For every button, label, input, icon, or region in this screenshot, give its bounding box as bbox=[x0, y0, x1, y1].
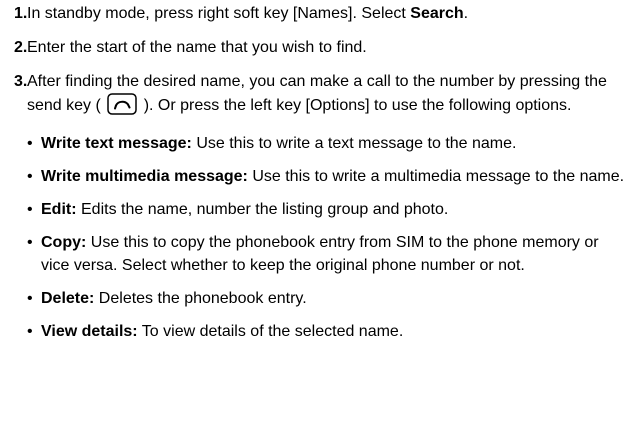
option-desc: Use this to write a text message to the … bbox=[191, 135, 517, 152]
step-3: 3 After finding the desired name, you ca… bbox=[14, 70, 630, 122]
step-1: 1 In standby mode, press right soft key … bbox=[14, 2, 630, 25]
step-number: 2 bbox=[14, 36, 27, 59]
option-term: Copy: bbox=[41, 234, 87, 251]
step-bold-term: Search bbox=[410, 5, 464, 22]
options-list: Write text message: Use this to write a … bbox=[14, 132, 630, 343]
option-item: Write multimedia message: Use this to wr… bbox=[14, 165, 630, 188]
option-term: View details: bbox=[41, 323, 138, 340]
step-text: In standby mode, press right soft key [N… bbox=[27, 5, 411, 22]
option-item: View details: To view details of the sel… bbox=[14, 320, 630, 343]
option-term: Delete: bbox=[41, 290, 95, 307]
option-desc: Use this to copy the phonebook entry fro… bbox=[41, 234, 599, 274]
option-item: Edit: Edits the name, number the listing… bbox=[14, 198, 630, 221]
option-desc: Use this to write a multimedia message t… bbox=[247, 168, 625, 185]
option-item: Copy: Use this to copy the phonebook ent… bbox=[14, 231, 630, 277]
option-term: Edit: bbox=[41, 201, 77, 218]
option-desc: Deletes the phonebook entry. bbox=[94, 290, 307, 307]
step-2: 2 Enter the start of the name that you w… bbox=[14, 36, 630, 59]
option-term: Write text message: bbox=[41, 135, 192, 152]
step-number: 1 bbox=[14, 2, 27, 25]
option-item: Write text message: Use this to write a … bbox=[14, 132, 630, 155]
option-item: Delete: Deletes the phonebook entry. bbox=[14, 287, 630, 310]
step-text-end: ). Or press the left key [Options] to us… bbox=[139, 97, 572, 114]
instructions-page: 1 In standby mode, press right soft key … bbox=[0, 0, 644, 432]
send-key-icon bbox=[107, 93, 138, 122]
step-text-end: . bbox=[463, 5, 469, 22]
option-desc: Edits the name, number the listing group… bbox=[76, 201, 449, 218]
step-text: Enter the start of the name that you wis… bbox=[27, 39, 367, 56]
step-number: 3 bbox=[14, 70, 27, 93]
option-term: Write multimedia message: bbox=[41, 168, 248, 185]
option-desc: To view details of the selected name. bbox=[137, 323, 404, 340]
